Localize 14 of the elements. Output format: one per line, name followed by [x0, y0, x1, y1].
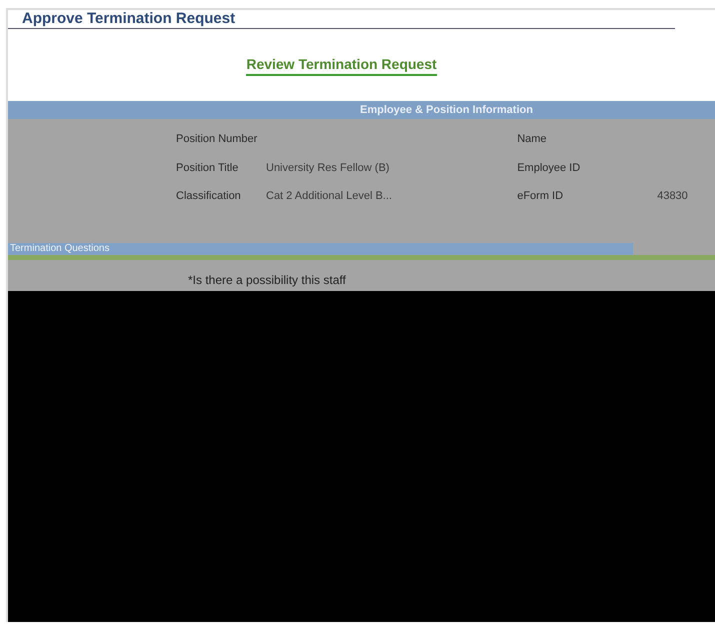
question-text: *Is there a possibility this staff — [187, 272, 347, 288]
section-header: Termination Questions — [8, 242, 633, 254]
page-heading: Review Termination Request — [246, 56, 437, 76]
field-label: Classification — [176, 190, 242, 202]
field-value: 43830 — [657, 190, 688, 202]
field-label: eForm ID — [517, 190, 564, 202]
field-label: Position Number — [176, 133, 258, 146]
field-label: Name — [517, 133, 548, 146]
field-label: Employee ID — [517, 162, 582, 174]
section-header: Employee & Position Information — [8, 101, 715, 119]
field-value: Cat 2 Additional Level B... — [266, 190, 392, 202]
field-value: University Res Fellow (B) — [266, 162, 390, 174]
field-label: Position Title — [176, 162, 240, 174]
page-title: Approve Termination Request — [21, 10, 236, 28]
